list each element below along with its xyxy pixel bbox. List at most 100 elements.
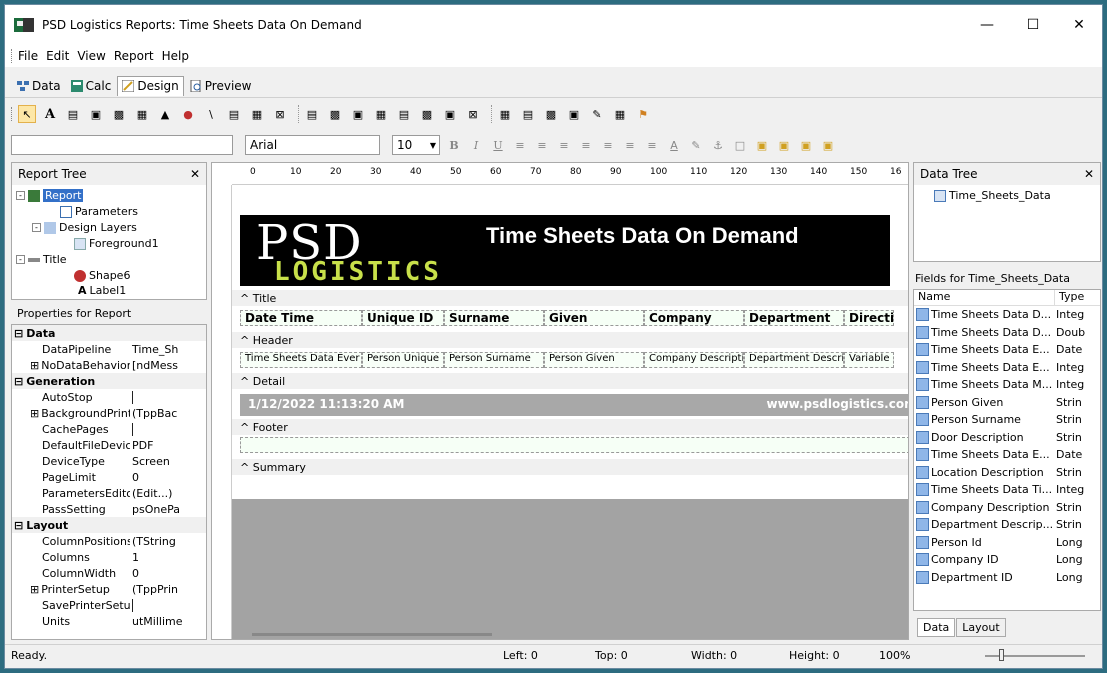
align-right-icon[interactable]: ≡: [556, 137, 572, 153]
anchor-icon[interactable]: ⚓: [710, 137, 726, 153]
component-select[interactable]: [11, 135, 233, 155]
band-header[interactable]: ^ Header: [232, 332, 908, 348]
richtext-tool-icon[interactable]: ▣: [87, 105, 105, 123]
valign-top-icon[interactable]: ≡: [600, 137, 616, 153]
property-row[interactable]: ⊞ NoDataBehaviors [ndMess: [12, 357, 206, 373]
band-footer[interactable]: ^ Footer: [232, 419, 908, 435]
expand-icon[interactable]: ⊞: [30, 359, 39, 372]
field-row[interactable]: Time Sheets Data E... Date: [914, 341, 1100, 359]
header-label[interactable]: Surname: [444, 310, 544, 326]
crosstab-tool-icon[interactable]: ▩: [542, 105, 560, 123]
valign-center-icon[interactable]: ≡: [622, 137, 638, 153]
image-tool-icon[interactable]: ▲: [156, 105, 174, 123]
minimize-button[interactable]: —: [964, 5, 1010, 45]
font-size-select[interactable]: 10 ▼: [392, 135, 440, 155]
detail-field[interactable]: Company Descriptio: [644, 352, 744, 368]
menu-view[interactable]: View: [77, 49, 105, 63]
collapse-icon[interactable]: ⊟: [14, 519, 23, 532]
shape-tool-icon[interactable]: ●: [179, 105, 197, 123]
field-row[interactable]: Time Sheets Data E... Date: [914, 446, 1100, 464]
table-tool-icon[interactable]: ▦: [611, 105, 629, 123]
header-label[interactable]: Unique ID: [362, 310, 444, 326]
field-row[interactable]: Department Descrip... Strin: [914, 516, 1100, 534]
footer-fields[interactable]: [240, 437, 908, 453]
zoom-slider-thumb[interactable]: [999, 649, 1004, 661]
variable-tool-icon[interactable]: ▦: [133, 105, 151, 123]
band-title[interactable]: ^ Title: [232, 290, 908, 306]
expand-icon[interactable]: ⊞: [30, 407, 39, 420]
property-row[interactable]: ⊞ PrinterSetup (TppPrin: [12, 581, 206, 597]
property-row[interactable]: DeviceType Screen: [12, 453, 206, 469]
bold-icon[interactable]: B: [446, 137, 462, 153]
property-row[interactable]: AutoStop: [12, 389, 206, 405]
tree-item-title[interactable]: - Title: [16, 253, 67, 266]
tree-item-parameters[interactable]: Parameters: [60, 205, 138, 218]
design-canvas[interactable]: 0 10 20 30 40 50 60 70 80 90 100 110 120 130 140 150 16 …: [211, 162, 909, 640]
tab-right-data[interactable]: Data: [917, 617, 956, 637]
property-row[interactable]: CachePages: [12, 421, 206, 437]
property-category[interactable]: ⊟ Layout: [12, 517, 206, 533]
field-row[interactable]: Person Given Strin: [914, 394, 1100, 412]
report-title-label[interactable]: Time Sheets Data On Demand: [486, 223, 799, 249]
systemvar-tool-icon[interactable]: ▩: [110, 105, 128, 123]
field-row[interactable]: Time Sheets Data D... Integ: [914, 306, 1100, 324]
checkbox[interactable]: [132, 422, 133, 436]
property-row[interactable]: Units utMillime: [12, 613, 206, 629]
send-backward-icon[interactable]: ▣: [820, 137, 836, 153]
field-row[interactable]: Company Description Strin: [914, 499, 1100, 517]
dbmemo-tool-icon[interactable]: ▣: [349, 105, 367, 123]
justify-icon[interactable]: ≡: [578, 137, 594, 153]
band-summary[interactable]: ^ Summary: [232, 459, 908, 475]
col-type-header[interactable]: Type: [1054, 290, 1100, 305]
horizontal-scrollbar[interactable]: [252, 633, 492, 636]
property-row[interactable]: Columns 1: [12, 549, 206, 565]
tree-item-foreground1[interactable]: Foreground1: [74, 237, 159, 250]
close-icon[interactable]: ✕: [190, 167, 200, 181]
maximize-button[interactable]: ☐: [1010, 5, 1056, 45]
property-row[interactable]: ParametersEditor (Edit...): [12, 485, 206, 501]
close-icon[interactable]: ✕: [1084, 167, 1094, 181]
region-tool-icon[interactable]: ▦: [496, 105, 514, 123]
dblabel-tool-icon[interactable]: ▤: [303, 105, 321, 123]
detail-field[interactable]: Person Given: [544, 352, 644, 368]
font-color-icon[interactable]: A: [666, 137, 682, 153]
bring-forward-icon[interactable]: ▣: [798, 137, 814, 153]
field-row[interactable]: Location Description Strin: [914, 464, 1100, 482]
header-label[interactable]: Directi: [844, 310, 894, 326]
tab-calc[interactable]: Calc: [67, 76, 116, 96]
property-row[interactable]: PassSetting psOnePa: [12, 501, 206, 517]
field-row[interactable]: Door Description Strin: [914, 429, 1100, 447]
property-row[interactable]: DataPipeline Time_Sh: [12, 341, 206, 357]
header-label[interactable]: Company: [644, 310, 744, 326]
report-logo-banner[interactable]: PSD LOGISTICS Time Sheets Data On Demand: [240, 215, 890, 287]
checkbox[interactable]: [132, 390, 133, 404]
header-label[interactable]: Department: [744, 310, 844, 326]
bring-to-front-icon[interactable]: ▣: [754, 137, 770, 153]
dbrichtext-tool-icon[interactable]: ▦: [372, 105, 390, 123]
header-label[interactable]: Given: [544, 310, 644, 326]
detail-field[interactable]: Time Sheets Data Ever: [240, 352, 362, 368]
line-tool-icon[interactable]: \: [202, 105, 220, 123]
expand-icon[interactable]: ⊞: [30, 583, 39, 596]
field-row[interactable]: Time Sheets Data D... Doub: [914, 324, 1100, 342]
barcode-tool-icon[interactable]: ▤: [225, 105, 243, 123]
border-icon[interactable]: □: [732, 137, 748, 153]
subreport-tool-icon[interactable]: ▤: [519, 105, 537, 123]
checkbox-tool-icon[interactable]: ⊠: [271, 105, 289, 123]
property-row[interactable]: ⊞BackgroundPrintSe(TppBac: [12, 405, 206, 421]
header-label[interactable]: Date Time: [240, 310, 362, 326]
pen-tool-icon[interactable]: ✎: [588, 105, 606, 123]
close-button[interactable]: ✕: [1056, 5, 1102, 45]
menu-help[interactable]: Help: [162, 49, 189, 63]
property-row[interactable]: SavePrinterSetup: [12, 597, 206, 613]
detail-row-sample[interactable]: 1/12/2022 11:13:20 AM www.psdlogistics.c…: [240, 394, 908, 416]
tab-design[interactable]: Design: [117, 75, 184, 96]
tree-item-label1[interactable]: A Label1: [78, 283, 126, 297]
tab-right-layout[interactable]: Layout: [956, 617, 1006, 637]
collapse-icon[interactable]: ⊟: [14, 375, 23, 388]
tree-item-datapipeline[interactable]: Time_Sheets_Data: [934, 189, 1051, 202]
detail-field[interactable]: Person Surname: [444, 352, 544, 368]
select-tool-icon[interactable]: ↖: [18, 105, 36, 123]
menu-file[interactable]: File: [18, 49, 38, 63]
field-row[interactable]: Department ID Long: [914, 569, 1100, 587]
